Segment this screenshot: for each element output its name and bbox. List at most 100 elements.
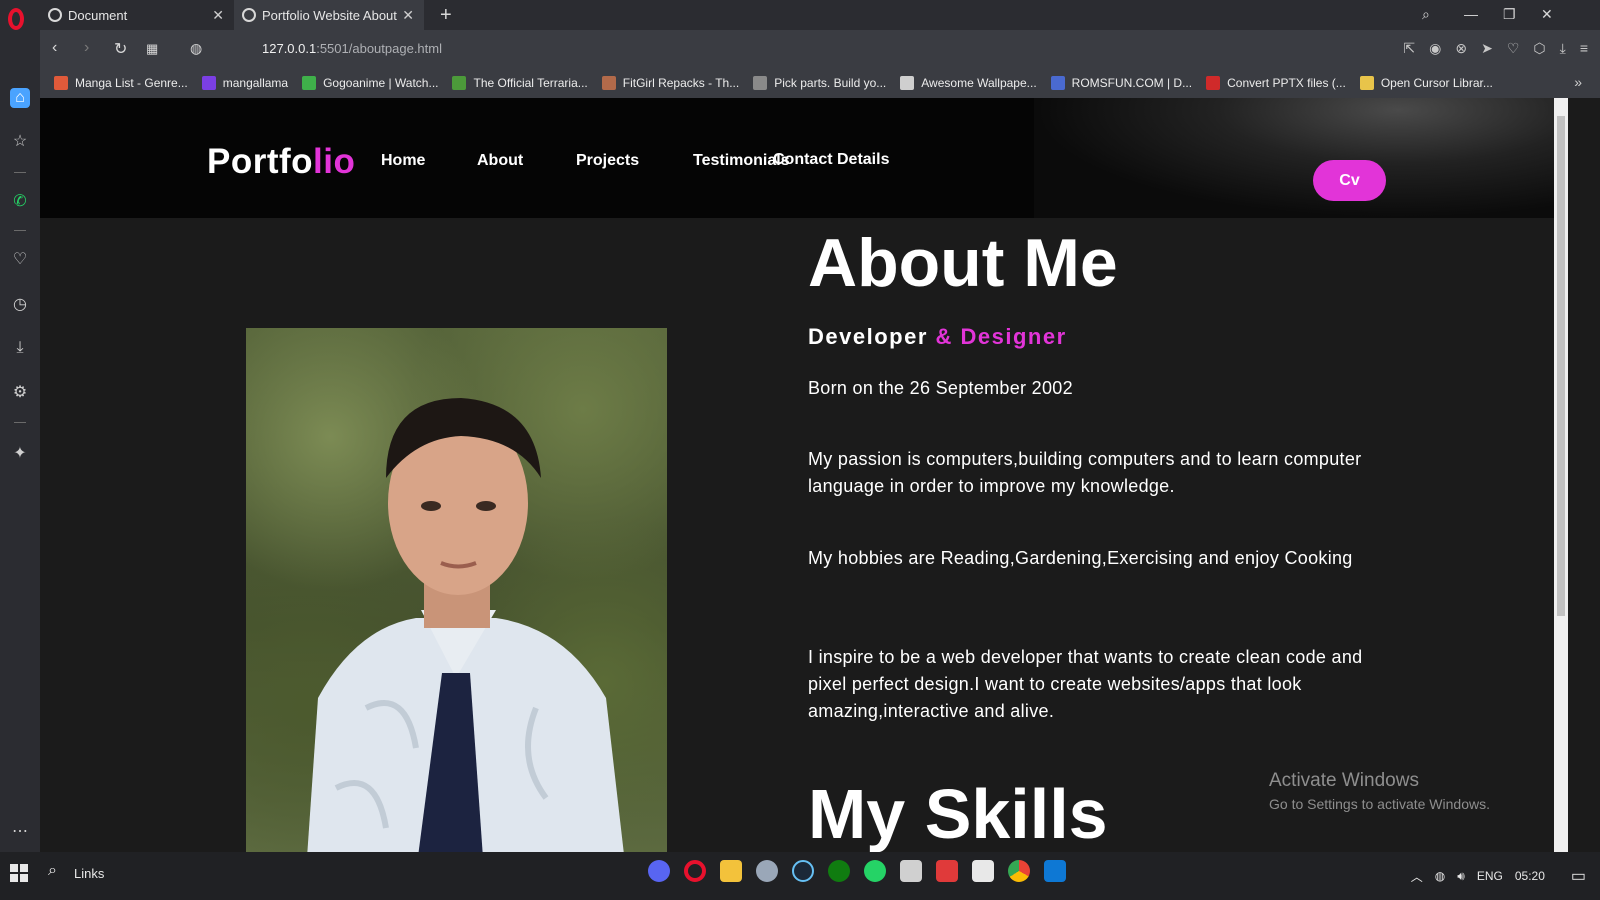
new-tab-button[interactable]: +: [440, 4, 452, 27]
download-icon[interactable]: ⤓: [1560, 40, 1566, 57]
heart-icon[interactable]: ♡: [10, 250, 30, 270]
bookmark-item[interactable]: ROMSFUN.COM | D...: [1050, 76, 1192, 90]
bookmark-item[interactable]: Awesome Wallpape...: [900, 76, 1037, 90]
divider: [14, 172, 26, 173]
plane-icon[interactable]: [900, 860, 922, 882]
settings-gear-icon[interactable]: ⚙: [10, 383, 30, 403]
url-field[interactable]: 127.0.0.1:5501/aboutpage.html: [262, 41, 442, 56]
file-explorer-icon[interactable]: [720, 860, 742, 882]
opera-icon[interactable]: [684, 860, 706, 882]
taskbar-apps: [648, 860, 1066, 882]
cv-button[interactable]: Cv: [1313, 160, 1386, 201]
hobbies-paragraph: My hobbies are Reading,Gardening,Exercis…: [808, 548, 1353, 568]
clock[interactable]: 05:20: [1515, 869, 1545, 883]
back-button[interactable]: ‹: [52, 39, 57, 57]
whatsapp-icon[interactable]: ✆: [10, 192, 30, 212]
more-options-icon[interactable]: ⋯: [10, 822, 30, 842]
minimize-button[interactable]: —: [1464, 6, 1478, 22]
page-scrollbar[interactable]: [1554, 98, 1568, 872]
about-heading: About Me: [808, 225, 1118, 301]
bookmark-label: Awesome Wallpape...: [921, 76, 1037, 90]
star-icon[interactable]: ☆: [10, 132, 30, 152]
profile-photo: [246, 328, 667, 872]
steam-icon[interactable]: [792, 860, 814, 882]
close-tab-icon[interactable]: ✕: [212, 7, 224, 24]
bookmark-label: Gogoanime | Watch...: [323, 76, 439, 90]
tab-portfolio-about[interactable]: Portfolio Website About ✕: [234, 0, 424, 30]
taskbar-search-label[interactable]: Links: [74, 866, 104, 881]
cube-icon[interactable]: ⬡: [1533, 40, 1545, 57]
restore-button[interactable]: ❐: [1503, 6, 1516, 23]
adblock-icon[interactable]: ⊗: [1455, 40, 1467, 57]
opera-logo-icon[interactable]: [8, 8, 24, 30]
system-tray: ︿ ◍ 🔊︎ ENG 05:20 ▭: [1411, 852, 1600, 900]
reload-button[interactable]: ↻: [114, 39, 127, 59]
send-icon[interactable]: ➤: [1481, 40, 1493, 57]
m-icon: [201, 76, 216, 90]
discord-icon[interactable]: [648, 860, 670, 882]
network-globe-icon[interactable]: ◍: [1435, 869, 1445, 883]
bookmark-item[interactable]: mangallama: [201, 76, 288, 90]
bookmark-item[interactable]: Pick parts. Build yo...: [753, 76, 886, 90]
passion-paragraph: My passion is computers,building compute…: [808, 449, 1362, 496]
home-icon[interactable]: ⌂: [10, 88, 30, 108]
site-info-icon[interactable]: ◍: [190, 40, 202, 57]
language-indicator[interactable]: ENG: [1477, 869, 1503, 883]
show-hidden-icons-icon[interactable]: ︿: [1411, 868, 1423, 885]
close-tab-icon[interactable]: ✕: [402, 7, 414, 24]
nav-contact-details[interactable]: Contact Details: [773, 151, 889, 169]
tabs-grid-icon[interactable]: ▦: [146, 41, 158, 57]
nav-projects[interactable]: Projects: [576, 152, 639, 170]
menu-icon[interactable]: ≡: [1580, 40, 1588, 57]
header-hero: Portfolio Home About Projects Testimonia…: [40, 98, 1554, 218]
tab-document[interactable]: Document ✕: [40, 0, 234, 30]
bookmark-label: Manga List - Genre...: [75, 76, 188, 90]
notifications-icon[interactable]: ▭: [1571, 866, 1586, 886]
bookmark-label: Open Cursor Librar...: [1380, 76, 1493, 90]
store-icon[interactable]: [972, 860, 994, 882]
app-icon[interactable]: [756, 860, 778, 882]
windows-taskbar: ⌕ Links ︿ ◍ 🔊︎ ENG 05:20 ▭: [0, 852, 1600, 900]
volume-icon[interactable]: 🔊︎: [1457, 869, 1465, 884]
forward-button[interactable]: ›: [84, 39, 89, 57]
header-background-photo: [1034, 98, 1554, 218]
browser-sidebar: ⌂ ☆ ✆ ♡ ◷ ⤓ ⚙ ✦ ⋯: [0, 30, 40, 872]
nav-about[interactable]: About: [477, 152, 523, 170]
nav-home[interactable]: Home: [381, 152, 425, 170]
whatsapp-icon[interactable]: [864, 860, 886, 882]
search-icon[interactable]: ⌕: [48, 862, 57, 880]
bookmark-item[interactable]: FitGirl Repacks - Th...: [601, 76, 739, 90]
wallpaper-icon: [900, 76, 915, 90]
tv-icon: [302, 76, 317, 90]
bookmark-item[interactable]: The Official Terraria...: [452, 76, 588, 90]
birth-paragraph: Born on the 26 September 2002: [808, 378, 1073, 398]
chrome-icon[interactable]: [1008, 860, 1030, 882]
download-icon[interactable]: ⤓: [10, 338, 30, 358]
scrollbar-thumb[interactable]: [1557, 116, 1565, 616]
search-tabs-icon[interactable]: ⌕: [1422, 6, 1430, 23]
lightbulb-icon[interactable]: ✦: [10, 444, 30, 464]
web-page: Portfolio Home About Projects Testimonia…: [40, 98, 1554, 872]
bookmark-item[interactable]: Convert PPTX files (...: [1206, 76, 1346, 90]
bolt-icon[interactable]: [936, 860, 958, 882]
snapshot-icon[interactable]: ◉: [1429, 40, 1441, 57]
subtitle-main: Developer: [808, 324, 928, 349]
tab-title: Document: [68, 7, 128, 23]
bookmark-item[interactable]: Open Cursor Librar...: [1359, 76, 1493, 90]
globe-icon: [242, 8, 256, 22]
close-window-button[interactable]: ✕: [1541, 6, 1553, 23]
share-icon[interactable]: ⇱: [1403, 40, 1415, 57]
url-path: :5501/aboutpage.html: [316, 41, 442, 56]
bookmark-item[interactable]: Manga List - Genre...: [54, 76, 188, 90]
bookmark-item[interactable]: Gogoanime | Watch...: [302, 76, 438, 90]
divider: [14, 422, 26, 423]
more-bookmarks-icon[interactable]: »: [1574, 74, 1582, 90]
site-logo[interactable]: Portfolio: [207, 142, 355, 182]
watermark-line-1: Activate Windows: [1269, 770, 1419, 791]
history-icon[interactable]: ◷: [10, 295, 30, 315]
windows-start-icon[interactable]: [10, 864, 28, 882]
xbox-icon[interactable]: [828, 860, 850, 882]
heart-icon[interactable]: ♡: [1507, 40, 1520, 57]
bookmarks-list: Manga List - Genre... mangallama Gogoanime…: [40, 76, 1507, 90]
vscode-icon[interactable]: [1044, 860, 1066, 882]
